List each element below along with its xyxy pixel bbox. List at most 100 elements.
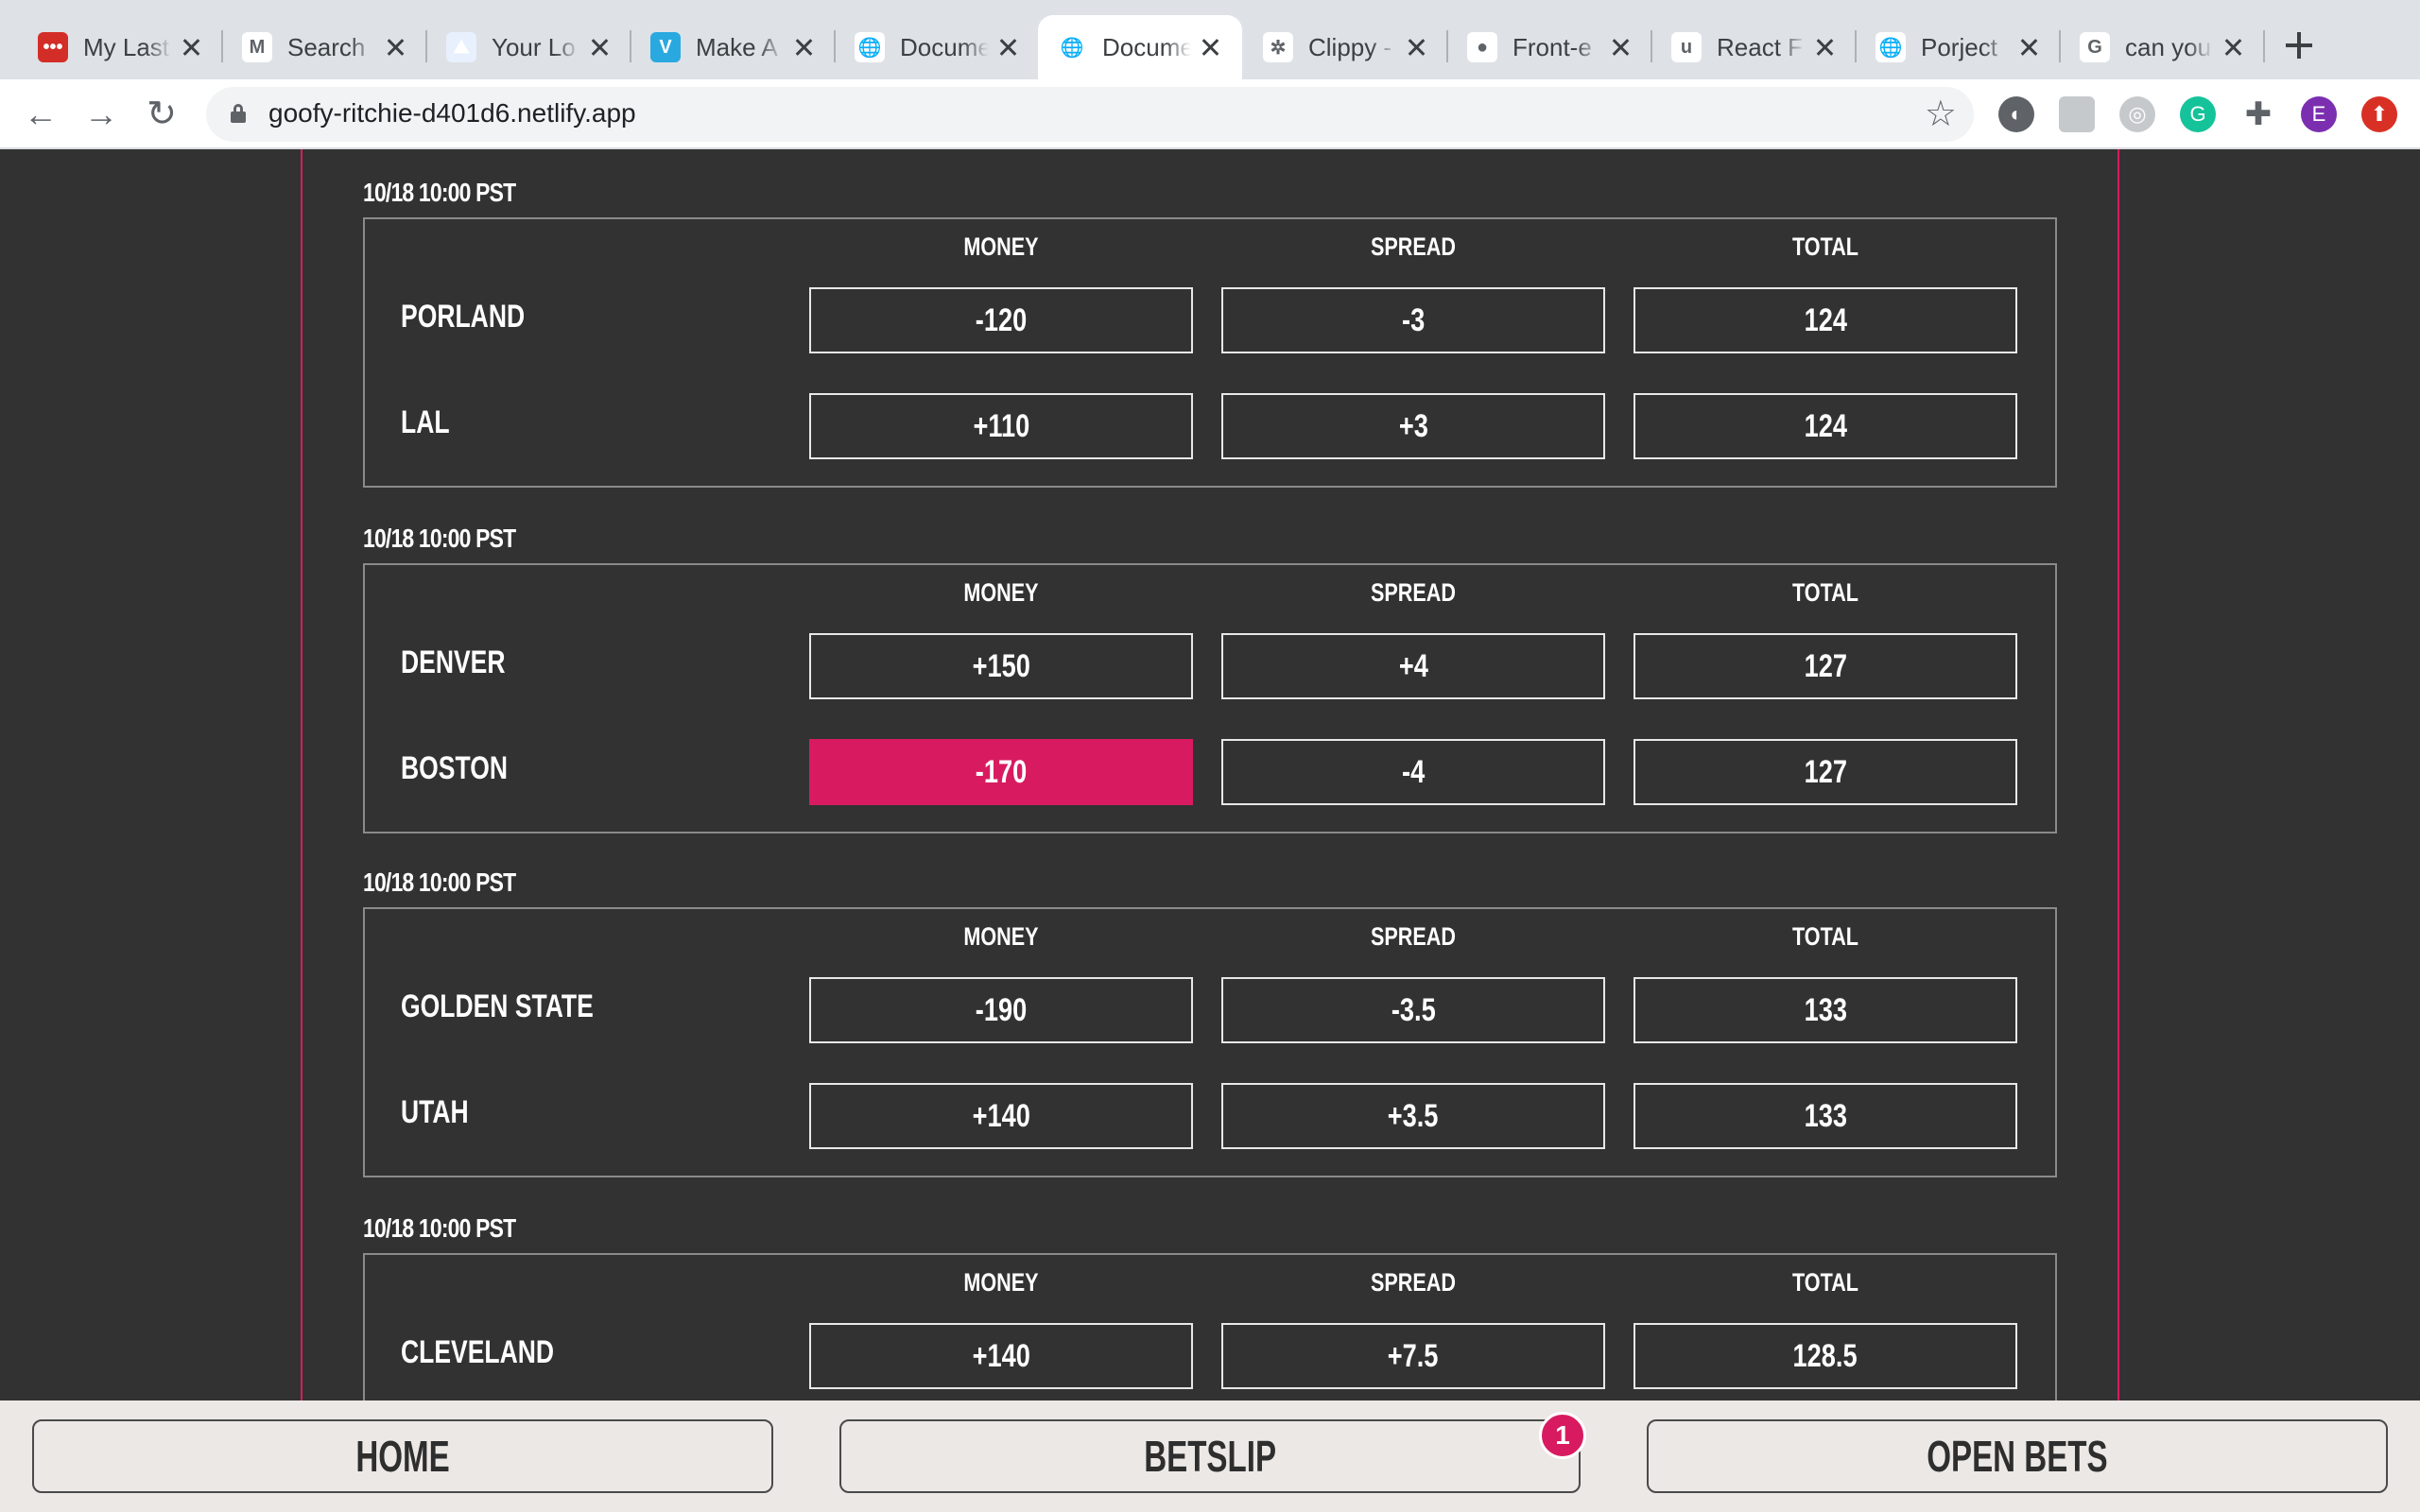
- money-odds-button[interactable]: +150: [809, 633, 1193, 699]
- betslip-button[interactable]: BETSLIP: [839, 1419, 1581, 1493]
- tab-title: Front-e: [1512, 32, 1592, 61]
- grammarly-icon[interactable]: G: [2180, 96, 2216, 132]
- browser-tab[interactable]: 🌐 Docume: [1038, 15, 1242, 79]
- spread-odds-button[interactable]: -3: [1221, 287, 1605, 353]
- spread-odds-button[interactable]: -3.5: [1221, 977, 1605, 1043]
- column-header-money: MONEY: [963, 232, 1039, 261]
- extension-icon[interactable]: ◎: [2119, 96, 2155, 132]
- back-arrow-icon[interactable]: ←: [21, 94, 60, 134]
- money-odds-button[interactable]: +140: [809, 1323, 1193, 1389]
- browser-tab[interactable]: u React F: [1652, 15, 1857, 79]
- browser-tab[interactable]: Gcan you: [2061, 15, 2265, 79]
- game-block: 10/18 10:00 PST MONEY SPREAD TOTAL CLEVELAND…: [363, 1210, 2057, 1400]
- github-icon: ●: [1467, 32, 1497, 62]
- game-card: MONEY SPREAD TOTAL CLEVELAND +140 +7.5 128.5: [363, 1253, 2057, 1400]
- close-icon[interactable]: [2015, 34, 2042, 60]
- spread-odds-button[interactable]: +3: [1221, 393, 1605, 459]
- close-icon[interactable]: [586, 34, 613, 60]
- odds-value: +110: [973, 408, 1029, 444]
- reload-icon[interactable]: ↻: [142, 94, 182, 134]
- team-name: LAL: [401, 404, 450, 440]
- page-viewport: 10/18 10:00 PST MONEY SPREAD TOTAL PORLAND -1…: [0, 149, 2420, 1400]
- globe-icon: 🌐: [855, 32, 885, 62]
- team-name: DENVER: [401, 644, 506, 680]
- odds-value: -120: [975, 302, 1028, 338]
- close-icon[interactable]: [178, 34, 204, 60]
- games-list: 10/18 10:00 PST MONEY SPREAD TOTAL PORLAND -1…: [301, 149, 2119, 1400]
- team-name: BOSTON: [401, 750, 508, 786]
- browser-tab[interactable]: M Search: [223, 15, 427, 79]
- close-icon[interactable]: [1197, 34, 1223, 60]
- total-odds-button[interactable]: 127: [1634, 739, 2017, 805]
- google-icon: G: [2080, 32, 2110, 62]
- money-odds-button[interactable]: +140: [809, 1083, 1193, 1149]
- column-header-spread: SPREAD: [1370, 922, 1457, 951]
- team-name: UTAH: [401, 1094, 469, 1130]
- odds-value: -4: [1401, 754, 1426, 790]
- udemy-icon: u: [1671, 32, 1702, 62]
- money-odds-button[interactable]: -190: [809, 977, 1193, 1043]
- odds-value: 124: [1804, 408, 1847, 444]
- browser-tab[interactable]: ••• My Last: [19, 15, 223, 79]
- close-icon[interactable]: [994, 34, 1021, 60]
- browser-tab[interactable]: 🌐 Porject: [1857, 15, 2061, 79]
- tab-title: Docume: [1102, 32, 1191, 61]
- column-header-money: MONEY: [963, 578, 1039, 607]
- tab-title: Clippy -: [1308, 32, 1392, 61]
- close-icon[interactable]: [790, 34, 817, 60]
- total-odds-button[interactable]: 127: [1634, 633, 2017, 699]
- browser-tab[interactable]: ✲ Clippy -: [1244, 15, 1448, 79]
- close-icon[interactable]: [1403, 34, 1429, 60]
- total-odds-button[interactable]: 124: [1634, 393, 2017, 459]
- browser-tab-strip: ••• My Last M Search ⛰ Your Lo V Make A 🌐 Docume 🌐…: [0, 0, 2420, 79]
- puzzle-extensions-icon[interactable]: ✚: [2240, 96, 2276, 132]
- odds-value: +150: [972, 648, 1030, 684]
- money-odds-button[interactable]: +110: [809, 393, 1193, 459]
- odds-value: +3: [1398, 408, 1428, 444]
- game-block: 10/18 10:00 PST MONEY SPREAD TOTAL DENVER +15…: [363, 520, 2057, 833]
- total-odds-button[interactable]: 133: [1634, 977, 2017, 1043]
- spread-odds-button[interactable]: +4: [1221, 633, 1605, 699]
- spread-odds-button[interactable]: +7.5: [1221, 1323, 1605, 1389]
- profile-avatar[interactable]: E: [2301, 96, 2337, 132]
- close-icon[interactable]: [1607, 34, 1634, 60]
- game-block: 10/18 10:00 PST MONEY SPREAD TOTAL GOLDEN ST…: [363, 864, 2057, 1177]
- update-icon[interactable]: ⬆: [2361, 96, 2397, 132]
- spread-odds-button[interactable]: +3.5: [1221, 1083, 1605, 1149]
- odds-value: 133: [1804, 1098, 1847, 1134]
- url-text[interactable]: goofy-ritchie-d401d6.netlify.app: [268, 98, 636, 129]
- new-tab-button[interactable]: [2280, 26, 2318, 64]
- extension-icon[interactable]: [2059, 96, 2095, 132]
- browser-toolbar: ← → ↻ goofy-ritchie-d401d6.netlify.app ☆: [0, 79, 2420, 149]
- tab-title: Search: [287, 32, 366, 61]
- browser-tab[interactable]: ● Front-e: [1448, 15, 1652, 79]
- bookmark-star-icon[interactable]: ☆: [1925, 94, 1957, 134]
- odds-value: -3: [1401, 302, 1426, 338]
- money-odds-button[interactable]: -120: [809, 287, 1193, 353]
- money-odds-button[interactable]: -170: [809, 739, 1193, 805]
- home-button[interactable]: HOME: [32, 1419, 773, 1493]
- tab-title: My Last: [83, 32, 170, 61]
- spread-odds-button[interactable]: -4: [1221, 739, 1605, 805]
- address-bar[interactable]: goofy-ritchie-d401d6.netlify.app ☆: [206, 87, 1974, 142]
- tab-title: React F: [1717, 32, 1804, 61]
- game-card: MONEY SPREAD TOTAL DENVER +150 +4 127 BOSTON -17…: [363, 563, 2057, 833]
- total-odds-button[interactable]: 124: [1634, 287, 2017, 353]
- team-name: PORLAND: [401, 299, 526, 335]
- close-icon[interactable]: [382, 34, 408, 60]
- odds-value: -170: [975, 754, 1028, 790]
- close-icon[interactable]: [2220, 34, 2246, 60]
- browser-tab[interactable]: V Make A: [631, 15, 836, 79]
- browser-tab[interactable]: ⛰ Your Lo: [427, 15, 631, 79]
- clippy-icon: ✲: [1263, 32, 1293, 62]
- browser-tab[interactable]: 🌐 Docume: [836, 15, 1040, 79]
- total-odds-button[interactable]: 133: [1634, 1083, 2017, 1149]
- tab-title: Make A: [696, 32, 778, 61]
- dark-mode-extension-icon[interactable]: ◐: [1998, 96, 2034, 132]
- total-odds-button[interactable]: 128.5: [1634, 1323, 2017, 1389]
- forward-arrow-icon[interactable]: →: [81, 94, 121, 134]
- column-header-spread: SPREAD: [1370, 1268, 1457, 1297]
- open-bets-button[interactable]: OPEN BETS: [1647, 1419, 2388, 1493]
- game-block: 10/18 10:00 PST MONEY SPREAD TOTAL PORLAND -1…: [363, 174, 2057, 488]
- close-icon[interactable]: [1811, 34, 1838, 60]
